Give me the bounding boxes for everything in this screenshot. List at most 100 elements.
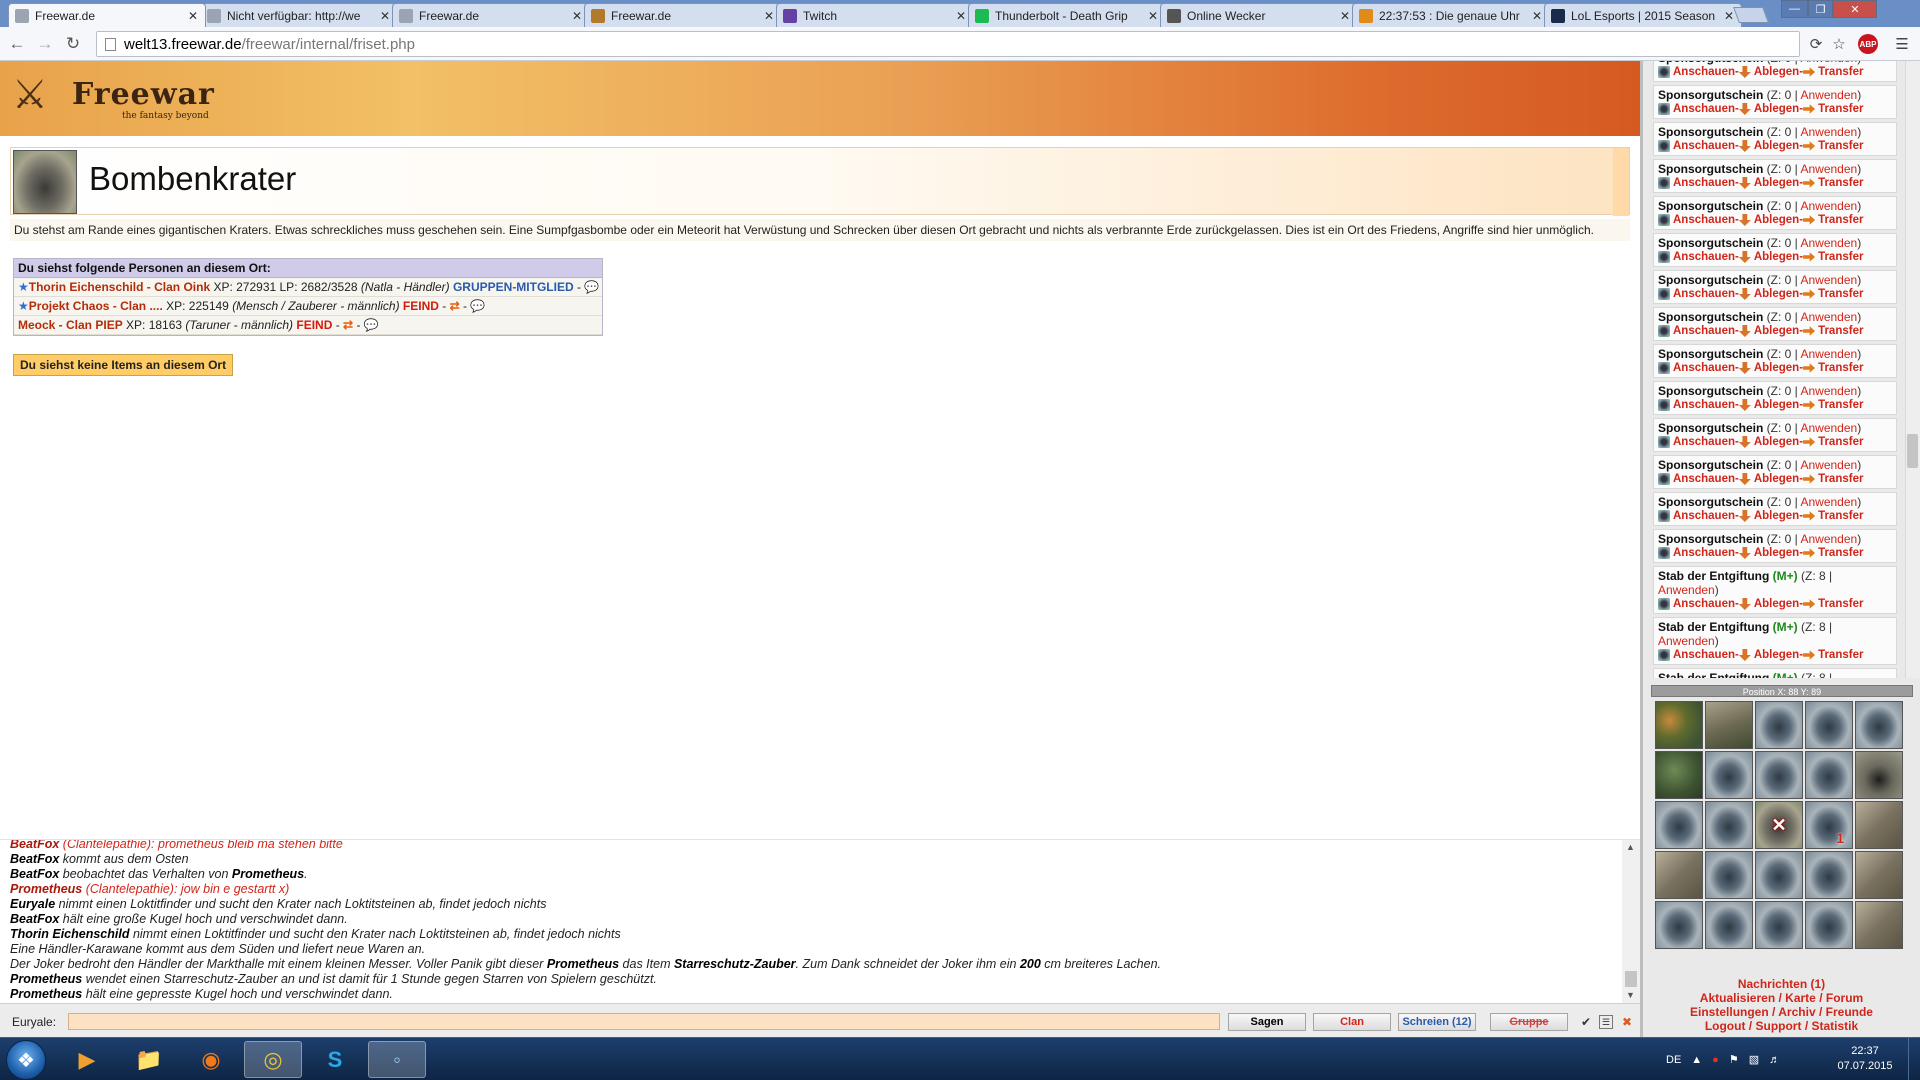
person-name-link[interactable]: Projekt Chaos - Clan ....: [29, 299, 163, 313]
list-icon[interactable]: ☰: [1599, 1015, 1613, 1029]
transfer-link[interactable]: Transfer: [1818, 435, 1863, 449]
look-link[interactable]: Anschauen: [1673, 546, 1735, 560]
speech-bubble-icon[interactable]: 💬: [470, 299, 485, 313]
map-tile[interactable]: [1855, 801, 1903, 849]
apply-link[interactable]: Anwenden: [1800, 310, 1857, 324]
tab-close-icon[interactable]: ✕: [379, 9, 391, 23]
map-tile[interactable]: [1805, 701, 1853, 749]
game-link[interactable]: Nachrichten (1): [1738, 977, 1825, 991]
forward-icon[interactable]: →: [34, 33, 56, 55]
look-link[interactable]: Anschauen: [1673, 435, 1735, 449]
transfer-link[interactable]: Transfer: [1818, 472, 1863, 486]
map-tile[interactable]: [1755, 901, 1803, 949]
map-tile[interactable]: [1655, 751, 1703, 799]
apply-link[interactable]: Anwenden: [1800, 458, 1857, 472]
apply-link[interactable]: Anwenden: [1800, 532, 1857, 546]
drop-link[interactable]: Ablegen: [1754, 509, 1799, 523]
scroll-down-icon[interactable]: ▼: [1626, 990, 1635, 1000]
transfer-link[interactable]: Transfer: [1818, 398, 1863, 412]
map-tile[interactable]: [1755, 751, 1803, 799]
firefox-icon[interactable]: ◉: [182, 1041, 240, 1078]
explorer-icon[interactable]: 📁: [120, 1041, 178, 1078]
inventory-scroll-thumb[interactable]: [1907, 434, 1918, 468]
map-tile[interactable]: [1705, 751, 1753, 799]
drop-link[interactable]: Ablegen: [1754, 361, 1799, 375]
flag-icon[interactable]: ⚑: [1729, 1053, 1739, 1066]
back-icon[interactable]: ←: [6, 33, 28, 55]
say-button[interactable]: Sagen: [1228, 1013, 1306, 1031]
map-tile[interactable]: [1655, 901, 1703, 949]
drop-link[interactable]: Ablegen: [1754, 398, 1799, 412]
map-tile[interactable]: 1: [1805, 801, 1853, 849]
look-link[interactable]: Anschauen: [1673, 509, 1735, 523]
transfer-link[interactable]: Transfer: [1818, 361, 1863, 375]
browser-tab[interactable]: 22:37:53 : Die genaue Uhr ✕: [1352, 3, 1550, 27]
transfer-link[interactable]: Transfer: [1818, 65, 1863, 79]
transfer-link[interactable]: Transfer: [1818, 139, 1863, 153]
map-tile[interactable]: [1755, 851, 1803, 899]
skype-icon[interactable]: S: [306, 1041, 364, 1078]
checkmark-icon[interactable]: ✔: [1579, 1015, 1593, 1029]
volume-icon[interactable]: ♬: [1769, 1054, 1780, 1066]
sync-icon[interactable]: ⟳: [1806, 34, 1826, 54]
game-link[interactable]: Freunde: [1826, 1005, 1873, 1019]
bookmark-star-icon[interactable]: ☆: [1829, 34, 1849, 54]
drop-link[interactable]: Ablegen: [1754, 213, 1799, 227]
tab-close-icon[interactable]: ✕: [1147, 9, 1159, 23]
maximize-button[interactable]: ❐: [1808, 0, 1833, 18]
browser-tab[interactable]: Twitch ✕: [776, 3, 974, 27]
attack-arrows-icon[interactable]: ⇄: [343, 318, 353, 332]
map-tile[interactable]: [1705, 701, 1753, 749]
browser-tab[interactable]: Nicht verfügbar: http://we ✕: [200, 3, 398, 27]
apply-link[interactable]: Anwenden: [1800, 88, 1857, 102]
game-link[interactable]: Forum: [1826, 991, 1863, 1005]
game-link[interactable]: Karte: [1785, 991, 1816, 1005]
map-tile[interactable]: [1805, 751, 1853, 799]
look-link[interactable]: Anschauen: [1673, 361, 1735, 375]
apply-link[interactable]: Anwenden: [1658, 583, 1715, 597]
drop-link[interactable]: Ablegen: [1754, 597, 1799, 611]
browser-tab[interactable]: LoL Esports | 2015 Season ✕: [1544, 3, 1742, 27]
transfer-link[interactable]: Transfer: [1818, 546, 1863, 560]
look-link[interactable]: Anschauen: [1673, 648, 1735, 662]
taskbar-clock[interactable]: 22:37 07.07.2015: [1835, 1044, 1895, 1074]
drop-link[interactable]: Ablegen: [1754, 250, 1799, 264]
transfer-link[interactable]: Transfer: [1818, 287, 1863, 301]
map-tile[interactable]: [1855, 851, 1903, 899]
browser-tab[interactable]: Freewar.de ✕: [584, 3, 782, 27]
apply-link[interactable]: Anwenden: [1800, 421, 1857, 435]
person-name-link[interactable]: Meock - Clan PIEP: [18, 318, 123, 332]
look-link[interactable]: Anschauen: [1673, 287, 1735, 301]
map-tile-current[interactable]: ✕: [1755, 801, 1803, 849]
look-link[interactable]: Anschauen: [1673, 102, 1735, 116]
browser-tab[interactable]: Freewar.de ✕: [8, 3, 206, 27]
tab-close-icon[interactable]: ✕: [1531, 9, 1543, 23]
look-link[interactable]: Anschauen: [1673, 472, 1735, 486]
apply-link[interactable]: Anwenden: [1800, 236, 1857, 250]
antivirus-icon[interactable]: ●: [1712, 1054, 1719, 1066]
map-tile[interactable]: [1655, 701, 1703, 749]
map-tile[interactable]: [1655, 801, 1703, 849]
transfer-link[interactable]: Transfer: [1818, 213, 1863, 227]
apply-link[interactable]: Anwenden: [1800, 273, 1857, 287]
map-tile[interactable]: [1805, 851, 1853, 899]
browser-tab[interactable]: Thunderbolt - Death Grip ✕: [968, 3, 1166, 27]
transfer-link[interactable]: Transfer: [1818, 102, 1863, 116]
transfer-link[interactable]: Transfer: [1818, 176, 1863, 190]
map-tile[interactable]: [1755, 701, 1803, 749]
apply-link[interactable]: Anwenden: [1800, 125, 1857, 139]
drop-link[interactable]: Ablegen: [1754, 435, 1799, 449]
clan-button[interactable]: Clan: [1313, 1013, 1391, 1031]
map-tile[interactable]: [1705, 901, 1753, 949]
game-link[interactable]: Archiv: [1778, 1005, 1815, 1019]
network-icon[interactable]: ▧: [1749, 1053, 1759, 1066]
speech-bubble-icon[interactable]: 💬: [584, 280, 599, 294]
adblock-icon[interactable]: ABP: [1858, 34, 1878, 54]
chat-input[interactable]: [68, 1013, 1220, 1030]
apply-link[interactable]: Anwenden: [1800, 199, 1857, 213]
tab-close-icon[interactable]: ✕: [187, 9, 199, 23]
map-tile[interactable]: [1855, 751, 1903, 799]
address-bar[interactable]: welt13.freewar.de/freewar/internal/frise…: [96, 31, 1800, 57]
new-tab-button[interactable]: [1733, 7, 1769, 23]
drop-link[interactable]: Ablegen: [1754, 472, 1799, 486]
